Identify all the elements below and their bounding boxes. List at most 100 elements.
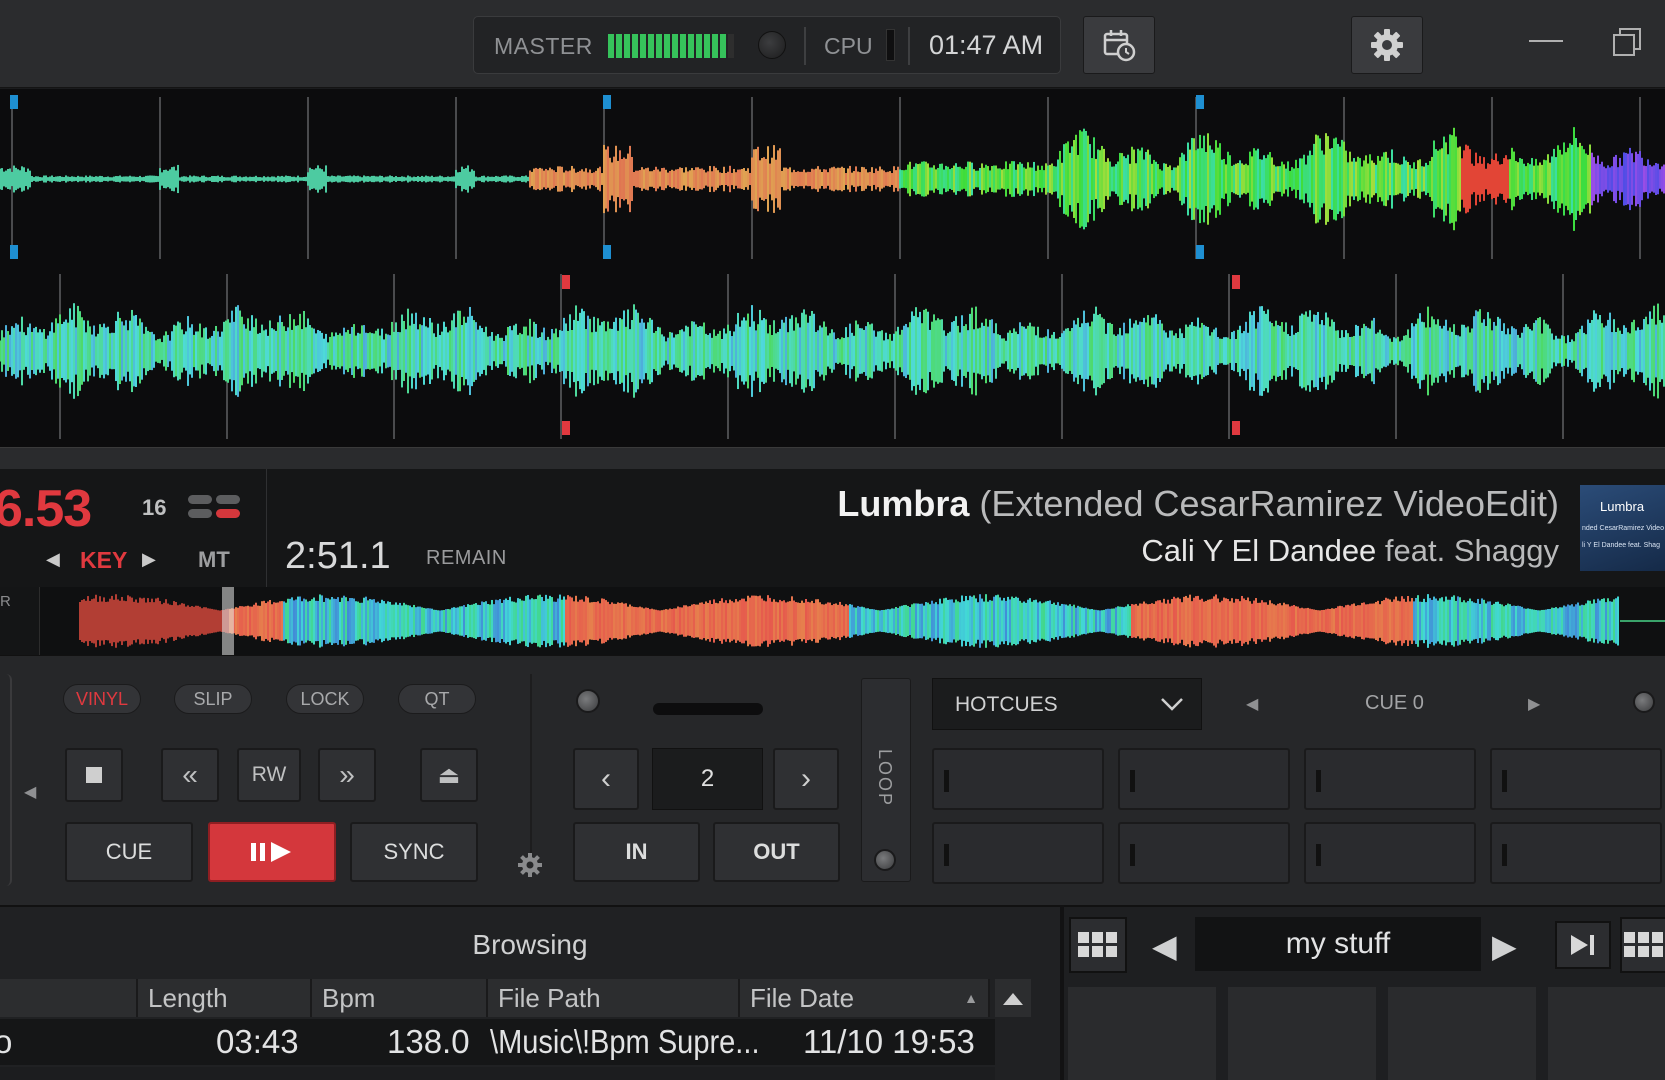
playhead[interactable] (222, 587, 234, 655)
loop-knob[interactable] (576, 689, 600, 713)
calendar-clock-icon (1103, 30, 1136, 62)
cue-marker (1232, 275, 1240, 289)
forward-fast-button[interactable]: » (318, 748, 376, 802)
chevron-down-icon (1161, 698, 1183, 711)
sampler-panel: ◀ my stuff ▶ (1064, 905, 1665, 1080)
status-separator (804, 27, 806, 65)
table-row[interactable] (0, 1067, 995, 1080)
waveform-display (0, 95, 1665, 439)
controls-separator (530, 674, 532, 874)
sampler-prev-arrow-icon[interactable]: ◀ (1152, 927, 1177, 965)
scroll-up-button[interactable] (995, 979, 1031, 1017)
cue-marker (603, 245, 611, 259)
gear-icon[interactable] (517, 852, 543, 878)
sampler-slot-1[interactable] (1068, 987, 1216, 1080)
browser-panel: Browsing Length Bpm File Path File Date … (0, 905, 1060, 1080)
eject-button[interactable]: ⏏ (420, 748, 478, 802)
chevron-right-icon: › (801, 762, 811, 795)
overview-left-panel: R (0, 587, 40, 655)
track-title-main: Lumbra (837, 483, 970, 524)
cue-button[interactable]: CUE (65, 822, 193, 882)
play-pause-icon (251, 842, 291, 862)
hotcue-pad-8[interactable] (1490, 822, 1662, 884)
sampler-slot-4[interactable] (1548, 987, 1665, 1080)
loop-in-button[interactable]: IN (573, 822, 700, 882)
top-bar: MASTER CPU 01:47 AM (0, 0, 1665, 88)
hotcue-pad-4[interactable] (1490, 748, 1662, 810)
master-volume-knob[interactable] (758, 31, 786, 59)
file-date-label: File Date (750, 983, 855, 1013)
lock-button[interactable]: LOCK (286, 684, 364, 714)
settings-button[interactable] (1351, 16, 1423, 74)
loop-size[interactable]: 2 (652, 748, 763, 810)
hotcue-pad-7[interactable] (1304, 822, 1476, 884)
key-label[interactable]: KEY (80, 547, 127, 574)
slip-button[interactable]: SLIP (174, 684, 252, 714)
cue-name: CUE 0 (1365, 692, 1424, 714)
sampler-next-arrow-icon[interactable]: ▶ (1492, 927, 1517, 965)
sampler-skip-button[interactable] (1555, 921, 1611, 969)
overview-waveform[interactable]: R (0, 587, 1665, 655)
sampler-slot-2[interactable] (1228, 987, 1376, 1080)
sampler-grid-button[interactable] (1069, 917, 1127, 973)
master-tempo-button[interactable]: MT (198, 547, 230, 573)
collapse-left-arrow-icon[interactable]: ◀ (24, 782, 36, 802)
calendar-button[interactable] (1083, 16, 1155, 74)
cpu-meter (886, 29, 895, 61)
time-display[interactable]: 2:51.1 (285, 535, 391, 578)
quantize-button[interactable]: QT (398, 684, 476, 714)
hotcue-pad-2[interactable] (1118, 748, 1290, 810)
info-separator (266, 469, 267, 587)
loop-slider[interactable] (653, 703, 763, 715)
sampler-slot-3[interactable] (1388, 987, 1536, 1080)
rewind-fast-button[interactable]: « (161, 748, 219, 802)
hotcue-pad-1[interactable] (932, 748, 1104, 810)
clock: 01:47 AM (929, 30, 1044, 60)
cover-art: Lumbra nded CesarRamirez Video li Y El D… (1580, 485, 1665, 571)
cue-next-arrow-icon[interactable]: ▶ (1528, 694, 1540, 714)
vinyl-button[interactable]: VINYL (63, 684, 141, 714)
cue-marker (562, 275, 570, 289)
key-up-arrow-icon[interactable]: ▶ (142, 549, 156, 570)
sampler-grid-button-2[interactable] (1620, 917, 1665, 973)
rw-button[interactable]: RW (237, 748, 301, 802)
pitch-toggle[interactable] (188, 495, 240, 521)
key-down-arrow-icon[interactable]: ◀ (46, 549, 60, 570)
time-mode[interactable]: REMAIN (426, 547, 507, 570)
pitch-range[interactable]: 16 (142, 495, 166, 521)
table-row[interactable]: o 03:43 138.0 \Music\!Bpm Supre... 11/10… (0, 1019, 995, 1065)
pads-knob[interactable] (1633, 691, 1655, 713)
hotcue-pad-5[interactable] (932, 822, 1104, 884)
loop-indicator (874, 849, 896, 871)
restore-icon[interactable] (1612, 27, 1642, 57)
column-header-blank[interactable] (0, 979, 138, 1017)
cue-prev-arrow-icon[interactable]: ◀ (1246, 694, 1258, 714)
master-vu-meter (608, 34, 734, 58)
overview-left-label: R (0, 593, 11, 610)
stop-button[interactable] (65, 748, 123, 802)
double-chevron-right-icon: » (339, 759, 355, 790)
hotcue-pad-6[interactable] (1118, 822, 1290, 884)
sampler-bank-name[interactable]: my stuff (1195, 917, 1481, 971)
loop-out-button[interactable]: OUT (713, 822, 840, 882)
column-header-file-path[interactable]: File Path (488, 979, 740, 1017)
waveform-trace (0, 303, 1665, 399)
track-artist-main: Cali Y El Dandee (1141, 533, 1377, 568)
bpm-display[interactable]: 6.53 (0, 479, 92, 539)
play-pause-button[interactable] (208, 822, 336, 882)
loop-double-button[interactable]: › (773, 748, 839, 810)
column-header-length[interactable]: Length (138, 979, 312, 1017)
loop-toggle[interactable]: LOOP (861, 678, 911, 882)
pads-mode-select[interactable]: HOTCUES (932, 678, 1202, 730)
column-headers: Length Bpm File Path File Date ▲ (0, 979, 1060, 1017)
hotcue-pad-3[interactable] (1304, 748, 1476, 810)
sync-button[interactable]: SYNC (350, 822, 478, 882)
chevron-left-icon: ‹ (601, 762, 611, 795)
column-header-file-date[interactable]: File Date ▲ (740, 979, 990, 1017)
column-header-bpm[interactable]: Bpm (312, 979, 488, 1017)
cpu-label: CPU (824, 33, 873, 59)
scrolling-waveforms[interactable] (0, 89, 1665, 447)
loop-half-button[interactable]: ‹ (573, 748, 639, 810)
overview-waveform-graphic (79, 587, 1665, 655)
minimize-icon[interactable] (1529, 40, 1563, 42)
